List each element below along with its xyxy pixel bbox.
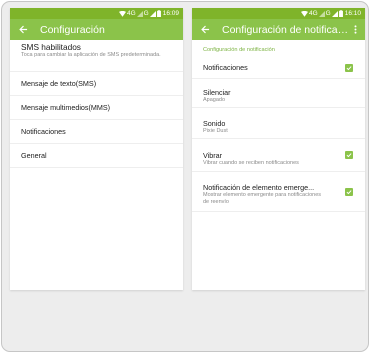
app-bar: Configuración de notificaci... bbox=[192, 19, 365, 40]
more-vert-icon[interactable] bbox=[351, 25, 359, 34]
list-item-title: Sonido bbox=[203, 119, 226, 128]
checkbox-checked-icon[interactable] bbox=[345, 63, 353, 72]
list-item-title: Notificaciones bbox=[203, 63, 248, 72]
network-label: 4G bbox=[126, 10, 136, 17]
signal-icon bbox=[149, 10, 156, 17]
status-time: 16:09 bbox=[162, 10, 179, 17]
signal-icon bbox=[136, 10, 143, 17]
list-item-general[interactable]: General bbox=[10, 144, 183, 168]
network-label-2: G bbox=[325, 10, 331, 17]
list-item-notifications[interactable]: Notificaciones bbox=[192, 57, 365, 79]
page-title: Configuración bbox=[40, 23, 105, 36]
list-item-title: SMS habilitados bbox=[21, 42, 81, 52]
list-item-subtitle: Apagado bbox=[203, 97, 226, 103]
list-item-title: Vibrar bbox=[203, 151, 223, 160]
section-header: Configuración de notificación bbox=[203, 47, 275, 53]
wifi-icon bbox=[300, 10, 308, 17]
back-arrow-icon[interactable] bbox=[198, 25, 212, 34]
list-item-subtitle: Mostrar elemento emergente para notifica… bbox=[203, 192, 322, 205]
status-bar: 4G G 16:09 bbox=[10, 8, 183, 19]
list-item-subtitle: Vibrar cuando se reciben notificaciones bbox=[203, 160, 299, 166]
list-item-subtitle: Pixie Dust bbox=[203, 128, 228, 134]
network-label: 4G bbox=[308, 10, 318, 17]
screenshot-frame: 4G G 16:09 Configuración SMS habilitados… bbox=[1, 1, 369, 352]
notification-settings-list: Notificaciones Silenciar Apagado Sonido … bbox=[192, 57, 365, 212]
checkbox-checked-icon[interactable] bbox=[345, 151, 353, 159]
list-item-popup-notification[interactable]: Notificación de elemento emerge... Mostr… bbox=[192, 172, 365, 212]
list-item-vibrate[interactable]: Vibrar Vibrar cuando se reciben notifica… bbox=[192, 139, 365, 172]
back-arrow-icon[interactable] bbox=[16, 25, 30, 34]
list-item-title: Mensaje multimedios(MMS) bbox=[21, 103, 111, 112]
phone-screen-settings: 4G G 16:09 Configuración SMS habilitados… bbox=[10, 8, 183, 290]
list-item-sms-enabled[interactable]: SMS habilitados Toca para cambiar la apl… bbox=[10, 40, 183, 72]
checkbox-checked-icon[interactable] bbox=[345, 187, 353, 196]
list-item-title: Notificación de elemento emerge... bbox=[203, 183, 315, 192]
battery-icon bbox=[338, 10, 343, 17]
network-label-2: G bbox=[143, 10, 149, 17]
list-item-title: General bbox=[21, 151, 47, 160]
list-item-title: Notificaciones bbox=[21, 127, 66, 136]
status-bar: 4G G 16:10 bbox=[192, 8, 365, 19]
signal-icon bbox=[318, 10, 325, 17]
battery-icon bbox=[156, 10, 161, 17]
list-item-sound[interactable]: Sonido Pixie Dust bbox=[192, 108, 365, 139]
app-bar: Configuración bbox=[10, 19, 183, 40]
settings-list: SMS habilitados Toca para cambiar la apl… bbox=[10, 40, 183, 168]
list-item-title: Silenciar bbox=[203, 88, 231, 97]
phone-screen-notification-settings: 4G G 16:10 Configuración de notificaci..… bbox=[192, 8, 365, 290]
list-item-sms[interactable]: Mensaje de texto(SMS) bbox=[10, 72, 183, 96]
list-item-notifications[interactable]: Notificaciones bbox=[10, 120, 183, 144]
status-time: 16:10 bbox=[344, 10, 361, 17]
list-item-title: Mensaje de texto(SMS) bbox=[21, 79, 97, 88]
signal-icon bbox=[331, 10, 338, 17]
page-title: Configuración de notificaci... bbox=[222, 23, 351, 36]
wifi-icon bbox=[118, 10, 126, 17]
list-item-silence[interactable]: Silenciar Apagado bbox=[192, 79, 365, 108]
list-item-subtitle: Toca para cambiar la aplicación de SMS p… bbox=[21, 52, 161, 58]
list-item-mms[interactable]: Mensaje multimedios(MMS) bbox=[10, 96, 183, 120]
